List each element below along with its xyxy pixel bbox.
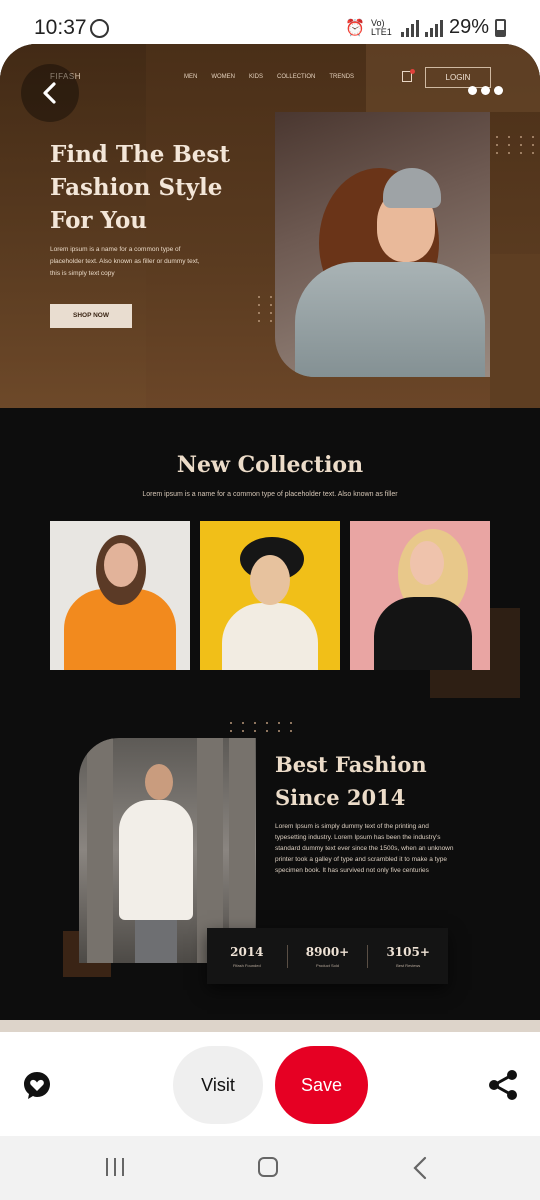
- dots-decoration: [230, 722, 296, 732]
- signal-icon: [400, 19, 419, 37]
- stat-item: 2014 Fifash Founded: [207, 945, 287, 968]
- back-arrow-icon: [43, 82, 56, 104]
- about-title: Best Fashion Since 2014: [275, 752, 427, 810]
- visit-button[interactable]: Visit: [173, 1046, 263, 1124]
- site-nav-item: TRENDS: [329, 74, 355, 80]
- whatsapp-icon: [90, 19, 109, 38]
- site-nav-item: MEN: [184, 74, 198, 80]
- site-nav: MEN WOMEN KIDS COLLECTION TRENDS: [184, 74, 354, 80]
- collection-photo: [50, 521, 190, 670]
- stat-value: 3105+: [386, 944, 430, 959]
- collection-subtitle: Lorem ipsum is a name for a common type …: [142, 491, 398, 498]
- site-login-button: LOGIN: [425, 67, 491, 88]
- stat-value: 8900+: [305, 944, 350, 959]
- hero-block: [490, 254, 540, 408]
- hero-section: FIFASH MEN WOMEN KIDS COLLECTION TRENDS …: [0, 44, 540, 408]
- dots-decoration: [258, 296, 276, 322]
- cart-badge: [410, 69, 415, 74]
- stat-item: 8900+ Product Sold: [286, 944, 368, 968]
- battery-level: 29%: [448, 16, 489, 38]
- home-button[interactable]: [258, 1157, 278, 1177]
- save-button[interactable]: Save: [275, 1046, 368, 1124]
- collection-photo: [200, 521, 340, 670]
- share-icon[interactable]: [486, 1068, 520, 1102]
- shop-now-button: SHOP NOW: [50, 304, 132, 328]
- system-back-icon[interactable]: [410, 1156, 430, 1180]
- network-label: Vo) LTE1: [370, 17, 392, 37]
- system-nav-bar: [0, 1136, 540, 1200]
- hero-title: Find The Best Fashion Style For You: [50, 141, 231, 234]
- alarm-icon: ⏰: [345, 19, 365, 37]
- hero-text: Lorem ipsum is a name for a common type …: [50, 246, 200, 277]
- dots-decoration: [496, 136, 538, 154]
- status-time: 10:37: [34, 16, 87, 39]
- pin-image[interactable]: FIFASH MEN WOMEN KIDS COLLECTION TRENDS …: [0, 44, 540, 1034]
- stat-value: 2014: [230, 944, 264, 959]
- stat-label: Product Sold: [316, 962, 339, 968]
- about-text: Lorem Ipsum is simply dummy text of the …: [275, 823, 454, 874]
- status-right: ⏰ Vo) LTE1 29%: [345, 16, 506, 39]
- back-button[interactable]: [21, 64, 79, 122]
- recents-button[interactable]: [106, 1158, 128, 1178]
- more-dots-icon: [468, 86, 477, 95]
- stat-item: 3105+ Best Reviews: [367, 944, 448, 968]
- site-nav-item: COLLECTION: [277, 74, 316, 80]
- heart-chat-icon[interactable]: [22, 1070, 52, 1100]
- collection-title: New Collection: [176, 452, 364, 478]
- stat-label: Best Reviews: [396, 962, 421, 968]
- stat-label: Fifash Founded: [232, 962, 261, 968]
- pin-action-bar: Visit Save: [0, 1032, 540, 1136]
- stats-card: 2014 Fifash Founded 8900+ Product Sold 3…: [207, 928, 448, 984]
- signal-icon-2: [424, 19, 443, 37]
- collection-photo: [350, 521, 490, 670]
- hero-photo: [275, 112, 490, 377]
- site-nav-item: KIDS: [249, 74, 264, 80]
- more-options-button[interactable]: [468, 86, 506, 100]
- battery-icon: [495, 18, 506, 37]
- site-nav-item: WOMEN: [211, 74, 236, 80]
